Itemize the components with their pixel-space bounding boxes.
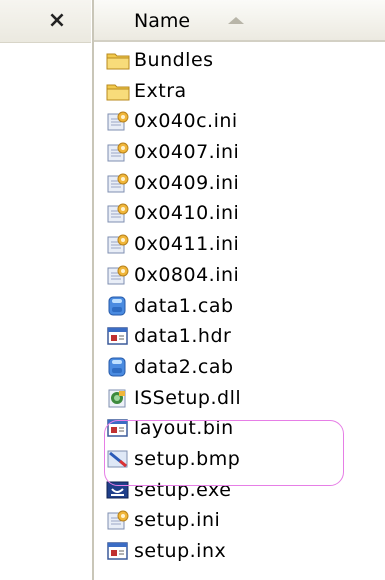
- file-row[interactable]: Bundles: [104, 45, 384, 76]
- column-header-name[interactable]: Name: [94, 0, 385, 42]
- sort-ascending-icon: [228, 17, 244, 24]
- file-row[interactable]: data1.hdr: [104, 321, 384, 352]
- file-row[interactable]: setup.exe: [104, 475, 384, 506]
- settings-file-icon: [106, 173, 130, 193]
- settings-file-icon: [106, 203, 130, 223]
- generic-file-icon: [106, 541, 130, 561]
- file-name: ISSetup.dll: [134, 386, 242, 409]
- file-row[interactable]: 0x0409.ini: [104, 168, 384, 199]
- file-name: layout.bin: [134, 417, 234, 440]
- file-name: data2.cab: [134, 355, 234, 378]
- generic-file-icon: [106, 418, 130, 438]
- file-name: setup.inx: [134, 540, 227, 562]
- file-name: setup.exe: [134, 478, 232, 501]
- file-name: 0x0411.ini: [134, 233, 240, 256]
- folders-pane: ×: [0, 0, 91, 580]
- file-name: Bundles: [134, 49, 214, 71]
- file-row[interactable]: data2.cab: [104, 352, 384, 383]
- file-name: 0x0410.ini: [134, 202, 240, 225]
- file-name: 0x0407.ini: [134, 141, 240, 164]
- file-row[interactable]: 0x0410.ini: [104, 198, 384, 229]
- settings-file-icon: [106, 234, 130, 254]
- generic-file-icon: [106, 326, 130, 346]
- file-name: setup.ini: [134, 509, 221, 532]
- file-name: data1.cab: [134, 294, 234, 317]
- file-row[interactable]: 0x040c.ini: [104, 106, 384, 137]
- folder-icon: [106, 50, 130, 70]
- settings-file-icon: [106, 510, 130, 530]
- file-row[interactable]: setup.ini: [104, 505, 384, 536]
- file-row[interactable]: setup.bmp: [104, 444, 384, 475]
- file-list: Bundles Extra 0x040c.ini 0x0407.ini 0x0409.i…: [104, 45, 384, 567]
- column-header-label[interactable]: Name: [134, 10, 190, 32]
- file-row[interactable]: setup.inx: [104, 536, 384, 567]
- settings-file-icon: [106, 142, 130, 162]
- folder-icon: [106, 81, 130, 101]
- bitmap-icon: [106, 449, 130, 469]
- settings-file-icon: [106, 265, 130, 285]
- file-row[interactable]: Extra: [104, 76, 384, 107]
- file-row[interactable]: 0x0407.ini: [104, 137, 384, 168]
- file-row[interactable]: data1.cab: [104, 291, 384, 322]
- cabinet-icon: [106, 296, 130, 316]
- installer-exe-icon: [106, 480, 130, 500]
- close-icon[interactable]: ×: [44, 9, 70, 33]
- file-name: setup.bmp: [134, 447, 241, 470]
- file-name: 0x0804.ini: [134, 263, 240, 286]
- file-name: Extra: [134, 79, 187, 102]
- cabinet-icon: [106, 357, 130, 377]
- file-name: 0x040c.ini: [134, 110, 238, 133]
- file-row[interactable]: layout.bin: [104, 413, 384, 444]
- file-row[interactable]: 0x0411.ini: [104, 229, 384, 260]
- file-row[interactable]: 0x0804.ini: [104, 260, 384, 291]
- file-row[interactable]: ISSetup.dll: [104, 383, 384, 414]
- settings-file-icon: [106, 111, 130, 131]
- file-name: 0x0409.ini: [134, 171, 240, 194]
- dll-icon: [106, 388, 130, 408]
- file-name: data1.hdr: [134, 325, 232, 348]
- folders-pane-header: ×: [0, 0, 91, 43]
- pane-divider[interactable]: [92, 0, 94, 580]
